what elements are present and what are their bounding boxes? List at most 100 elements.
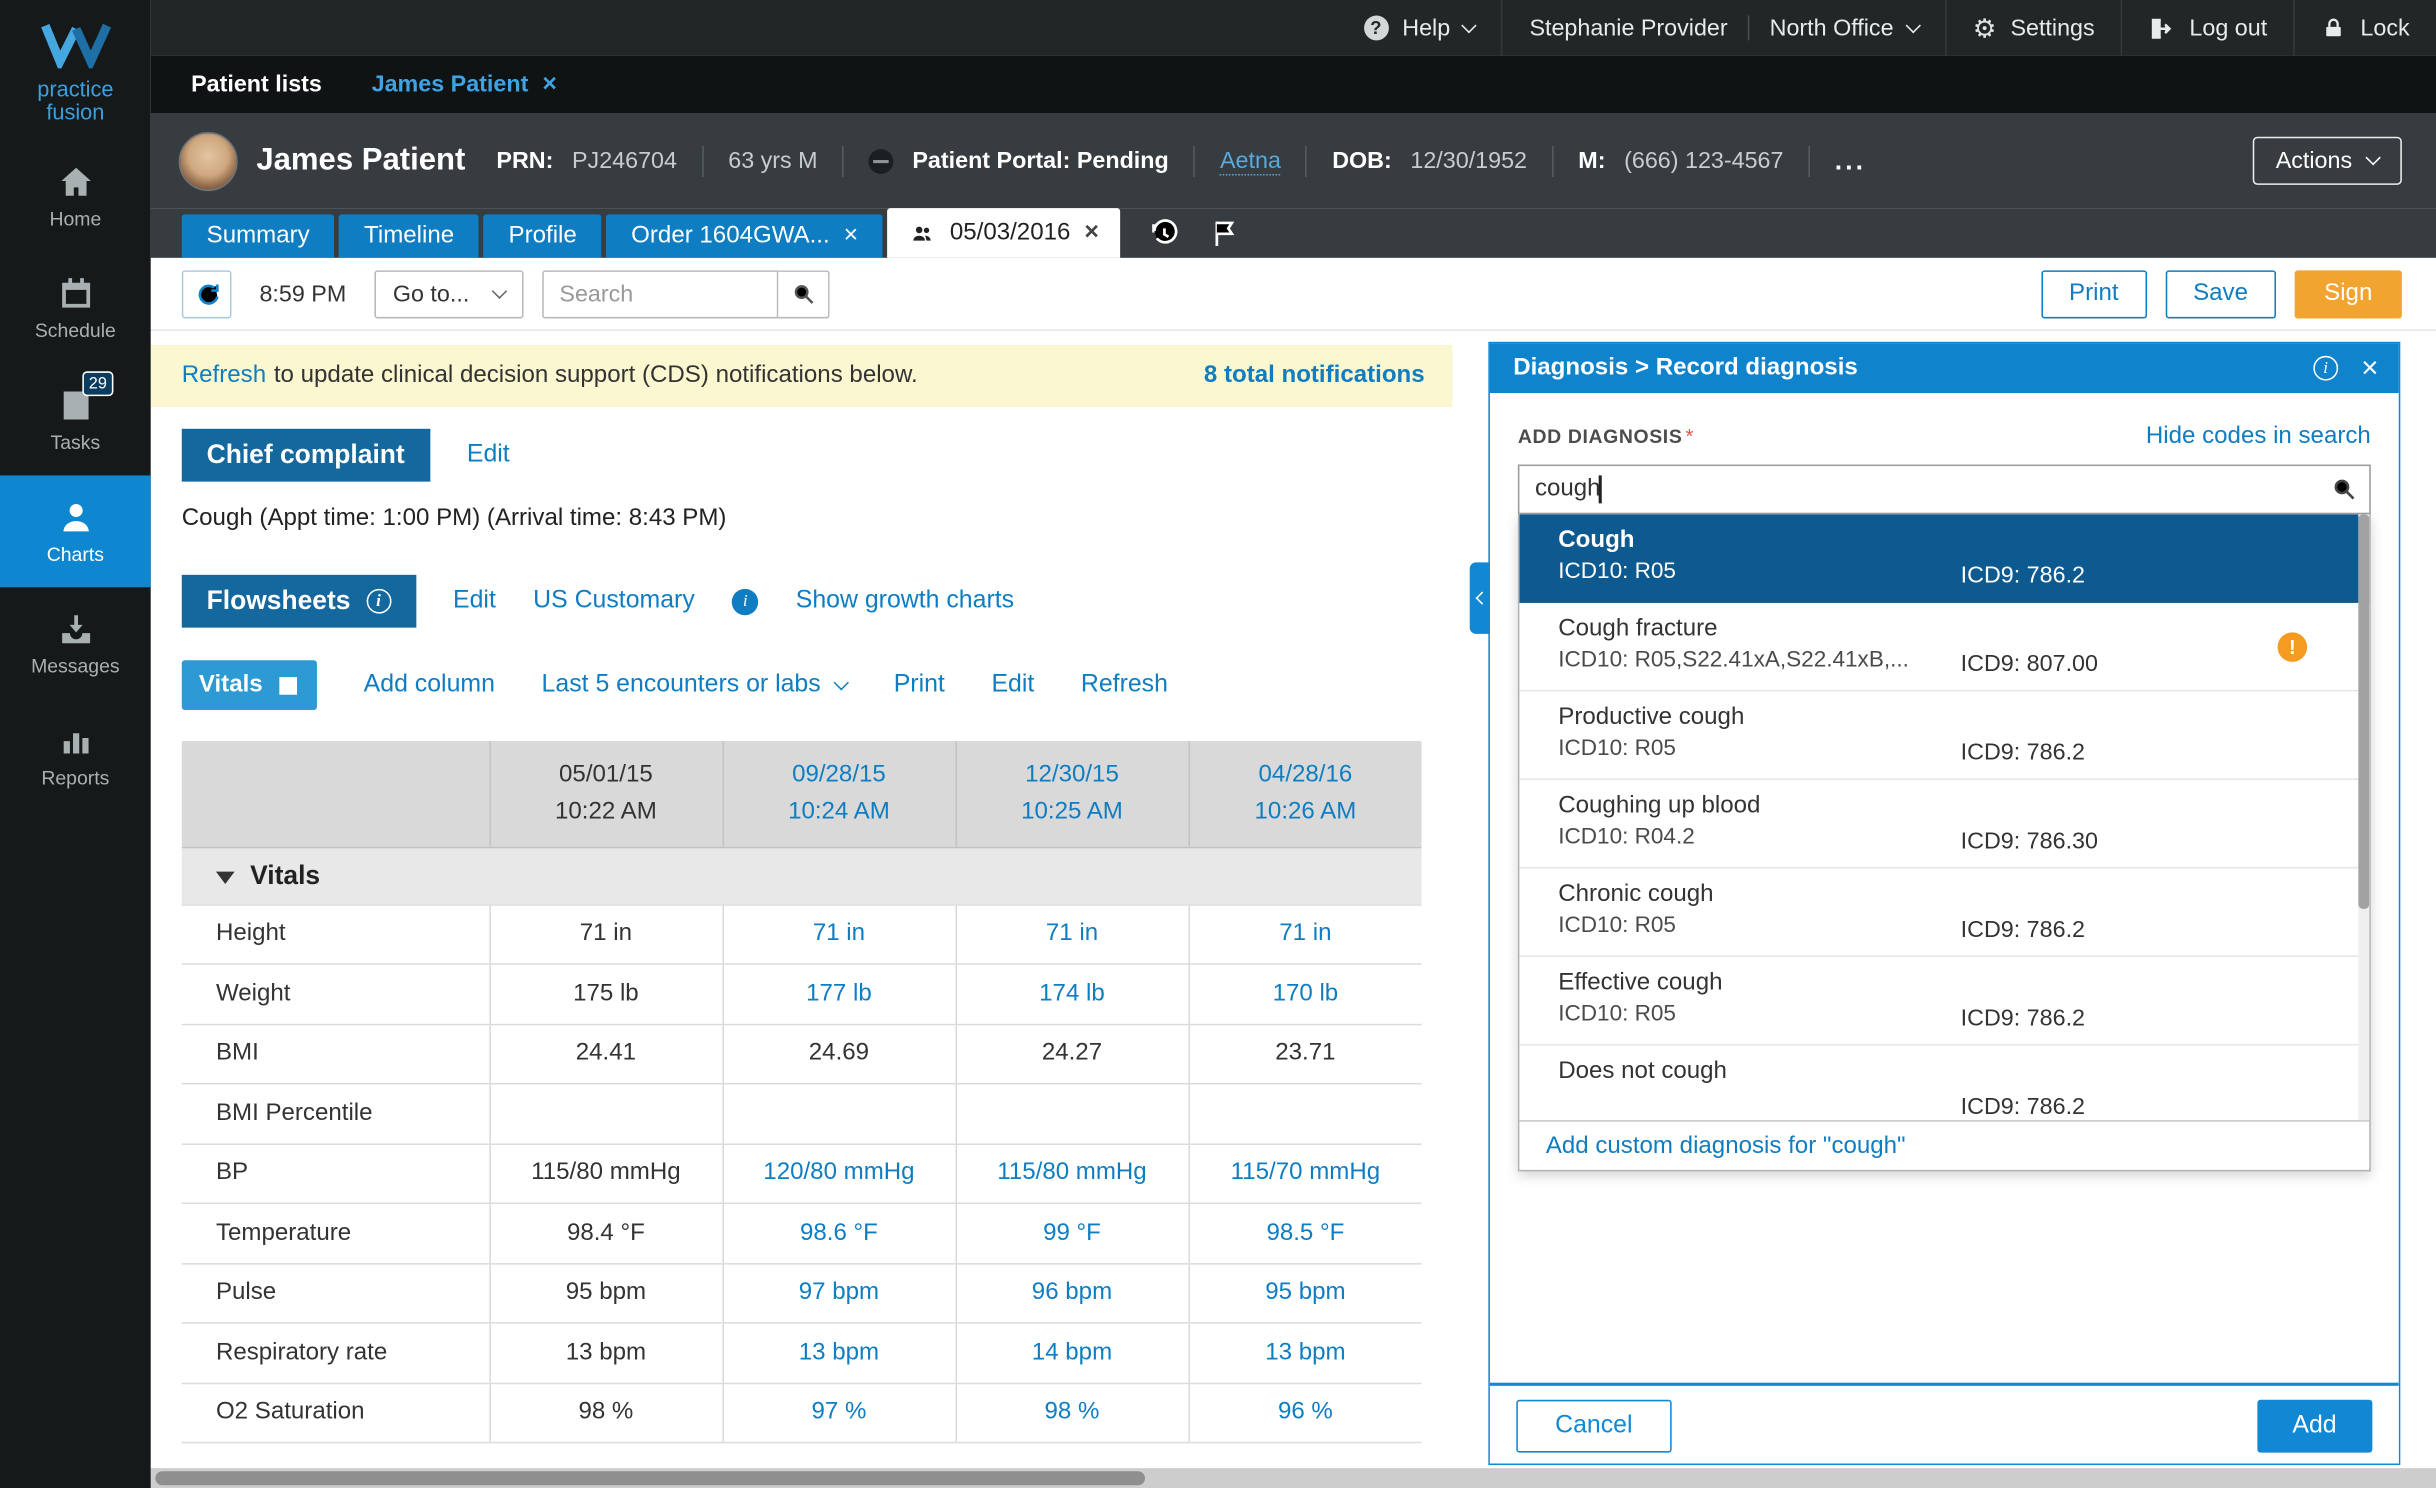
- close-icon[interactable]: ×: [844, 214, 859, 258]
- flowsheet-value[interactable]: 95 bpm: [1187, 1263, 1422, 1324]
- user-office-menu[interactable]: Stephanie Provider North Office: [1501, 0, 1944, 56]
- avatar[interactable]: [178, 131, 238, 191]
- chief-complaint-edit-link[interactable]: Edit: [467, 441, 510, 469]
- add-column-link[interactable]: Add column: [364, 671, 495, 699]
- cds-total-link[interactable]: 8 total notifications: [1204, 362, 1425, 390]
- diagnosis-result[interactable]: Productive cough ICD10: R05 ICD9: 786.2: [1519, 691, 2370, 780]
- flowsheet-value[interactable]: 97 %: [721, 1382, 956, 1444]
- table-refresh-link[interactable]: Refresh: [1081, 671, 1168, 699]
- refresh-icon: [197, 283, 218, 304]
- growth-charts-link[interactable]: Show growth charts: [796, 587, 1014, 615]
- sign-button[interactable]: Sign: [2294, 269, 2402, 318]
- print-button[interactable]: Print: [2041, 269, 2147, 318]
- icd9-code: ICD9: 807.00: [1960, 650, 2098, 678]
- sidebar-item-reports[interactable]: Reports: [0, 699, 151, 811]
- info-icon[interactable]: i: [2313, 355, 2338, 381]
- logout-button[interactable]: Log out: [2121, 0, 2294, 56]
- hide-codes-link[interactable]: Hide codes in search: [2146, 423, 2371, 451]
- flowsheet-value[interactable]: 115/80 mmHg: [954, 1143, 1189, 1205]
- diagnosis-result[interactable]: Coughing up blood ICD10: R04.2 ICD9: 786…: [1519, 780, 2370, 869]
- dropdown-scrollbar[interactable]: [2358, 514, 2370, 1121]
- sidebar-item-home[interactable]: Home: [0, 140, 151, 252]
- units-link[interactable]: US Customary: [533, 587, 695, 615]
- sidebar-item-tasks[interactable]: 29 Tasks: [0, 364, 151, 476]
- flowsheet-column-header[interactable]: 09/28/15 10:24 AM: [721, 741, 956, 848]
- flowsheet-value[interactable]: 174 lb: [954, 964, 1189, 1025]
- flowsheet-value[interactable]: 98.6 °F: [721, 1203, 956, 1264]
- flowsheet-value[interactable]: 13 bpm: [1187, 1322, 1422, 1384]
- tab-patient-lists[interactable]: Patient lists: [172, 71, 340, 97]
- more-menu[interactable]: ...: [1835, 145, 1866, 176]
- flowsheet-value[interactable]: 97 bpm: [721, 1263, 956, 1324]
- horizontal-scrollbar[interactable]: [150, 1468, 2436, 1488]
- flowsheet-value[interactable]: 71 in: [721, 904, 956, 965]
- flowsheet-value[interactable]: 71 in: [1187, 904, 1422, 965]
- flowsheet-value[interactable]: 115/70 mmHg: [1187, 1143, 1422, 1205]
- flowsheets-edit-link[interactable]: Edit: [453, 587, 496, 615]
- chart-tab-order-1604gwa[interactable]: Order 1604GWA... ×: [606, 214, 884, 258]
- flowsheet-column-header[interactable]: 12/30/15 10:25 AM: [954, 741, 1189, 848]
- flowsheet-value[interactable]: 170 lb: [1187, 964, 1422, 1025]
- insurance-link[interactable]: Aetna: [1220, 147, 1281, 175]
- logo-link[interactable]: practice fusion: [0, 0, 151, 140]
- actions-button[interactable]: Actions: [2252, 136, 2402, 185]
- flowsheet-value[interactable]: 98.5 °F: [1187, 1203, 1422, 1264]
- search-button[interactable]: [778, 269, 830, 318]
- sidebar-item-schedule[interactable]: Schedule: [0, 252, 151, 364]
- close-icon[interactable]: ×: [1084, 211, 1099, 255]
- table-print-link[interactable]: Print: [894, 671, 945, 699]
- tab-james-patient[interactable]: James Patient ×: [353, 71, 576, 99]
- add-custom-diagnosis-link[interactable]: Add custom diagnosis for "cough": [1519, 1120, 2370, 1170]
- vitals-group-header[interactable]: Vitals: [181, 846, 1422, 905]
- sidebar-item-messages[interactable]: Messages: [0, 587, 151, 699]
- diagnosis-search-input[interactable]: [1517, 464, 2371, 515]
- panel-collapse-handle[interactable]: [1469, 562, 1490, 634]
- flowsheet-value[interactable]: 98 %: [954, 1382, 1189, 1444]
- goto-dropdown[interactable]: Go to...: [374, 269, 524, 318]
- flowsheet-value[interactable]: 120/80 mmHg: [721, 1143, 956, 1205]
- search-input[interactable]: [542, 269, 779, 318]
- encounter-range-dropdown[interactable]: Last 5 encounters or labs: [542, 671, 850, 699]
- diagnosis-result[interactable]: Cough ICD10: R05 ICD9: 786.2: [1519, 514, 2370, 603]
- close-icon[interactable]: ×: [2361, 353, 2378, 383]
- scrollbar-thumb[interactable]: [2358, 514, 2370, 909]
- settings-button[interactable]: ⚙ Settings: [1944, 0, 2121, 56]
- chief-complaint-title: Chief complaint: [181, 428, 430, 482]
- chart-tab-timeline[interactable]: Timeline: [339, 214, 480, 258]
- info-icon[interactable]: i: [732, 588, 759, 615]
- chart-tab-05-03-2016[interactable]: 05/03/2016 ×: [887, 208, 1121, 258]
- group-label: Vitals: [250, 859, 321, 890]
- search-icon[interactable]: [2330, 475, 2356, 501]
- flowsheet-value[interactable]: 177 lb: [721, 964, 956, 1025]
- flowsheet-value[interactable]: 96 %: [1187, 1382, 1422, 1444]
- refresh-button[interactable]: [181, 269, 232, 318]
- diagnosis-result[interactable]: Chronic cough ICD10: R05 ICD9: 786.2: [1519, 868, 2370, 958]
- vitals-button[interactable]: Vitals: [181, 660, 318, 710]
- save-button[interactable]: Save: [2165, 269, 2276, 318]
- scrollbar-thumb[interactable]: [155, 1471, 1146, 1486]
- chart-tab-summary[interactable]: Summary: [181, 214, 335, 258]
- add-button[interactable]: Add: [2256, 1399, 2373, 1453]
- sidebar-item-charts[interactable]: Charts: [0, 475, 151, 588]
- info-icon[interactable]: i: [366, 588, 391, 614]
- cds-refresh-link[interactable]: Refresh: [182, 362, 266, 390]
- chart-tab-profile[interactable]: Profile: [483, 214, 602, 258]
- cancel-button[interactable]: Cancel: [1516, 1399, 1672, 1453]
- table-edit-link[interactable]: Edit: [991, 671, 1034, 699]
- lock-icon: [2322, 16, 2347, 41]
- flowsheet-value[interactable]: 99 °F: [954, 1203, 1189, 1264]
- flowsheet-column-header[interactable]: 04/28/16 10:26 AM: [1187, 741, 1422, 848]
- flag-icon[interactable]: [1209, 218, 1242, 251]
- flowsheet-value[interactable]: 13 bpm: [721, 1322, 956, 1384]
- history-icon[interactable]: [1149, 218, 1182, 251]
- icd9-code: ICD9: 786.30: [1960, 828, 2098, 855]
- close-icon[interactable]: ×: [542, 71, 557, 99]
- diagnosis-result[interactable]: Cough fracture ICD10: R05,S22.41xA,S22.4…: [1519, 603, 2370, 692]
- lock-button[interactable]: Lock: [2293, 0, 2436, 56]
- flowsheet-value[interactable]: 96 bpm: [954, 1263, 1189, 1324]
- flowsheet-value[interactable]: 14 bpm: [954, 1322, 1189, 1384]
- diagnosis-result[interactable]: Does not cough ICD9: 786.2: [1519, 1046, 2369, 1120]
- flowsheet-value[interactable]: 71 in: [954, 904, 1189, 965]
- help-menu[interactable]: ? Help: [1337, 0, 1501, 56]
- diagnosis-result[interactable]: Effective cough ICD10: R05 ICD9: 786.2: [1519, 957, 2370, 1046]
